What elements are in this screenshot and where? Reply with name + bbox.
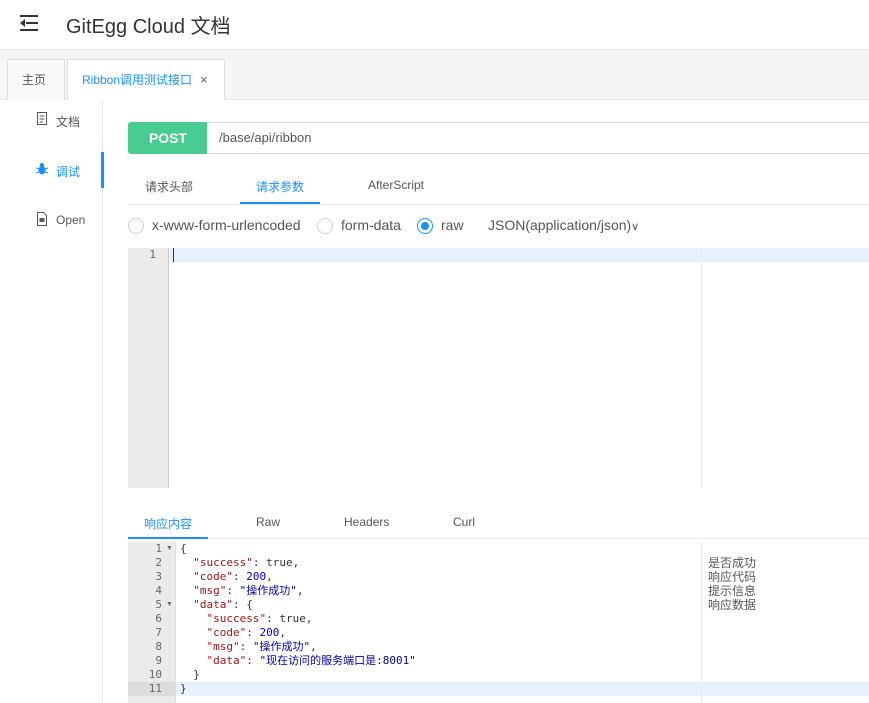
response-viewer[interactable]: 1 2 3 4 5 6 7 8 9 10 11 ▼ ▼ { "success":… (128, 542, 869, 703)
request-body-editor[interactable]: 1 (128, 248, 869, 488)
response-print-margin (701, 542, 702, 703)
line-number: 8 (155, 640, 162, 653)
sidebar-item-open[interactable]: Open (0, 202, 103, 238)
bug-icon (36, 163, 48, 175)
sidebar-item-open-label: Open (56, 213, 86, 227)
tab-ribbon-test[interactable]: Ribbon调用测试接口 × (67, 59, 225, 101)
close-icon[interactable]: × (200, 60, 208, 100)
sidebar-item-docs-label: 文档 (56, 115, 81, 129)
line-number: 3 (155, 570, 162, 583)
radio-form-data-label[interactable]: form-data (341, 217, 401, 233)
tab-response-content[interactable]: 响应内容 (144, 515, 192, 532)
active-tab-indicator (240, 202, 320, 204)
editor-cursor (173, 248, 174, 262)
line-number: 4 (155, 584, 162, 597)
radio-form-data[interactable] (317, 218, 333, 234)
field-comment: 响应代码 (708, 570, 757, 584)
sidebar-item-debug[interactable]: 调试 (0, 152, 104, 188)
tab-ribbon-test-label: Ribbon调用测试接口 (82, 73, 193, 87)
file-icon (37, 212, 47, 226)
response-active-line (128, 682, 869, 696)
tab-response-curl[interactable]: Curl (453, 515, 475, 529)
app-title: GitEgg Cloud 文档 (66, 16, 231, 38)
request-tabs: 请求头部 请求参数 AfterScript (128, 168, 869, 205)
page-tab-bar: 主页 Ribbon调用测试接口 × (0, 50, 869, 101)
content-type-select[interactable]: JSON(application/json)∨ (488, 217, 639, 233)
code-line: "code": 200, (206, 626, 287, 639)
radio-urlencoded[interactable] (128, 218, 144, 234)
active-tab-indicator (128, 537, 208, 539)
sidebar-item-docs[interactable]: 文档 (0, 102, 103, 138)
code-line: { (180, 542, 187, 555)
code-line: "msg": "操作成功", (206, 640, 317, 653)
radio-raw[interactable] (417, 218, 433, 234)
editor-print-margin (701, 248, 702, 488)
line-number: 9 (155, 654, 162, 667)
content-type-value: JSON(application/json) (488, 217, 632, 233)
tab-request-headers[interactable]: 请求头部 (145, 178, 193, 195)
code-line: "data": "现在访问的服务端口是:8001" (206, 654, 416, 667)
fold-arrow-icon[interactable]: ▼ (166, 598, 173, 612)
code-line: "msg": "操作成功", (193, 584, 304, 597)
line-number: 1 (155, 542, 162, 555)
tab-response-raw[interactable]: Raw (256, 515, 280, 529)
code-line: "success": true, (206, 612, 313, 625)
code-line: "data": { (193, 598, 253, 611)
response-tabs: 响应内容 Raw Headers Curl (128, 505, 869, 539)
chevron-down-icon: ∨ (631, 221, 640, 233)
tab-response-headers[interactable]: Headers (344, 515, 389, 529)
line-number: 10 (148, 668, 162, 681)
radio-raw-label[interactable]: raw (441, 217, 464, 233)
http-method-button[interactable]: POST (128, 122, 208, 154)
url-input[interactable]: /base/api/ribbon (207, 122, 869, 154)
line-number: 7 (155, 626, 162, 639)
code-line: } (193, 668, 200, 681)
field-comment: 响应数据 (708, 598, 757, 612)
app-header: GitEgg Cloud 文档 (0, 0, 869, 50)
code-line: "code": 200, (193, 570, 273, 583)
fold-arrow-icon[interactable]: ▼ (166, 542, 173, 556)
tab-home-label: 主页 (22, 73, 47, 87)
code-line: "success": true, (193, 556, 300, 569)
body-type-group: x-www-form-urlencoded form-data raw JSON… (128, 214, 869, 238)
menu-fold-icon[interactable] (20, 12, 46, 34)
field-comment: 提示信息 (708, 584, 757, 598)
tab-request-params[interactable]: 请求参数 (256, 178, 304, 195)
tab-after-script[interactable]: AfterScript (368, 178, 424, 192)
line-number: 5 (155, 598, 162, 611)
document-icon (37, 112, 47, 125)
tab-home[interactable]: 主页 (7, 59, 65, 100)
line-number: 6 (155, 612, 162, 625)
editor-active-line (169, 248, 869, 262)
editor-gutter: 1 (128, 248, 169, 488)
code-line: } (180, 682, 187, 695)
sidebar: 文档 调试 Open (0, 100, 104, 703)
field-comment: 是否成功 (708, 556, 757, 570)
radio-urlencoded-label[interactable]: x-www-form-urlencoded (152, 217, 301, 233)
sidebar-item-debug-label: 调试 (56, 165, 81, 179)
line-number: 1 (149, 248, 156, 261)
line-number: 11 (148, 682, 162, 695)
line-number: 2 (155, 556, 162, 569)
